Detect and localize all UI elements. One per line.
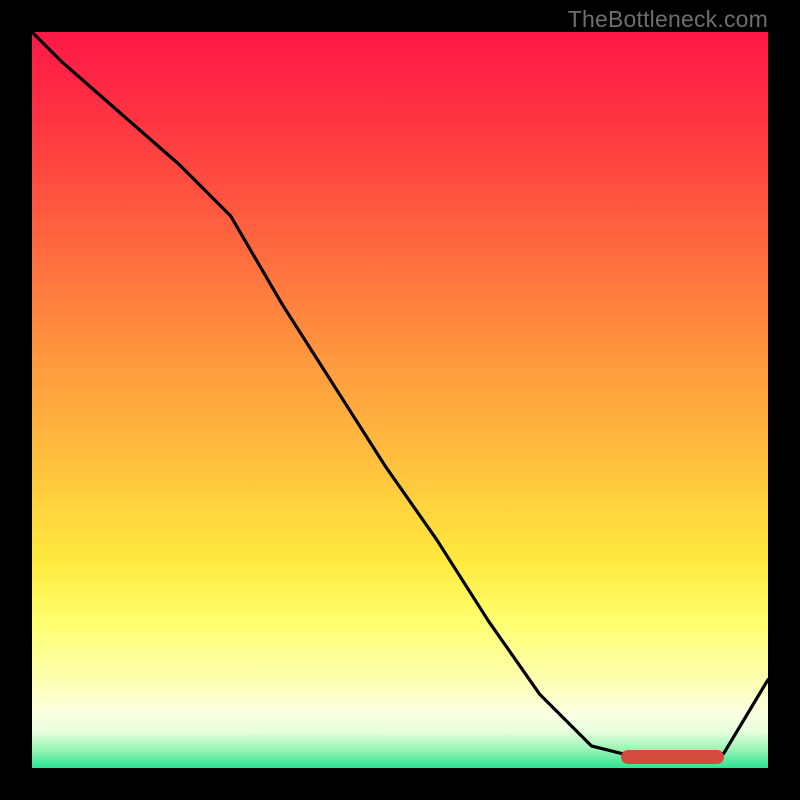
chart-line-path xyxy=(32,32,768,761)
watermark-text: TheBottleneck.com xyxy=(568,6,768,33)
chart-frame: TheBottleneck.com xyxy=(0,0,800,800)
chart-line-svg xyxy=(32,32,768,768)
optimal-range-marker xyxy=(621,750,724,764)
chart-plot-area xyxy=(32,32,768,768)
